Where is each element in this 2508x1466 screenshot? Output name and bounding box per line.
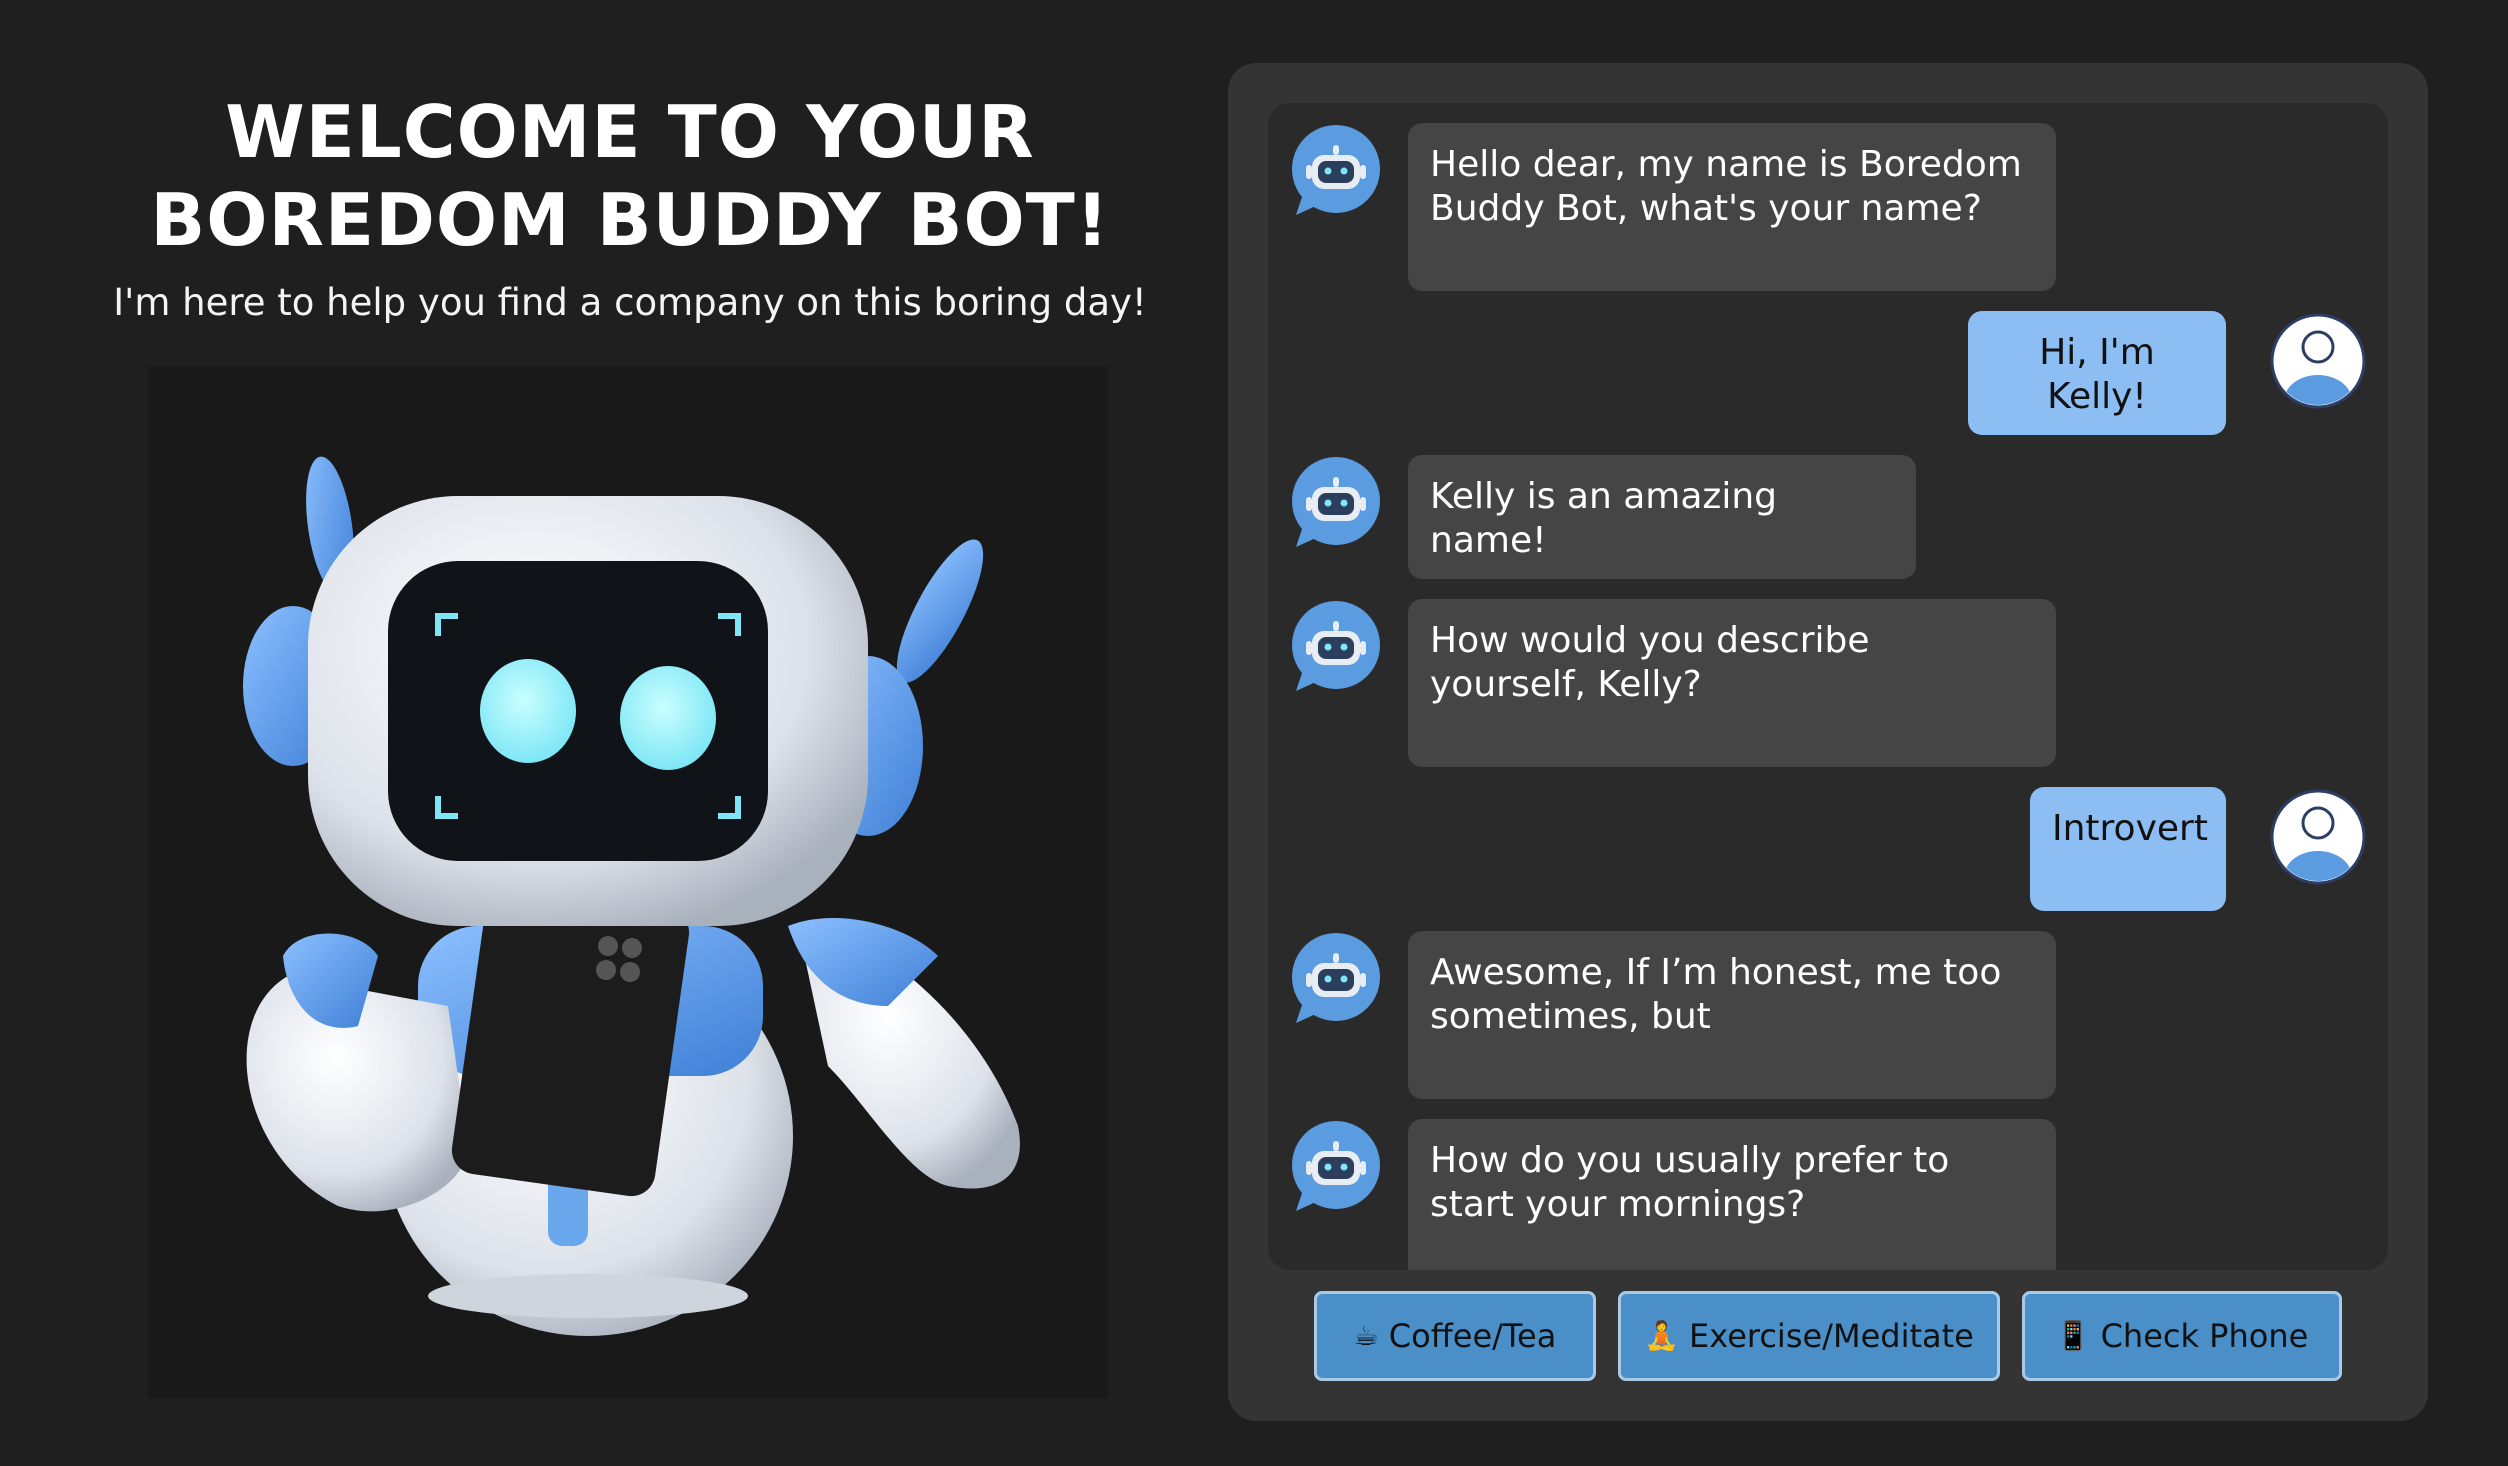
coffee-icon: ☕ <box>1353 1319 1379 1352</box>
user-message-bubble: Hi, I'm Kelly! <box>1968 311 2226 435</box>
chat-panel: Hello dear, my name is Boredom Buddy Bot… <box>1228 63 2428 1421</box>
user-avatar-icon <box>2270 789 2366 885</box>
bot-message-bubble: Hello dear, my name is Boredom Buddy Bot… <box>1408 123 2056 291</box>
quick-reply-bar: ☕ Coffee/Tea 🧘 Exercise/Meditate 📱 Check… <box>1228 1291 2428 1383</box>
bot-message-bubble: How do you usually prefer to start your … <box>1408 1119 2056 1270</box>
chat-message-list[interactable]: Hello dear, my name is Boredom Buddy Bot… <box>1268 103 2388 1270</box>
bot-message-bubble: Kelly is an amazing name! <box>1408 455 1916 579</box>
title-line-1: WELCOME TO YOUR <box>225 90 1035 174</box>
exercise-meditate-label: Exercise/Meditate <box>1689 1317 1974 1355</box>
phone-icon: 📱 <box>2055 1319 2091 1352</box>
page: WELCOME TO YOUR BOREDOM BUDDY BOT! I'm h… <box>0 0 2508 1466</box>
user-avatar-icon <box>2270 313 2366 409</box>
exercise-meditate-button[interactable]: 🧘 Exercise/Meditate <box>1618 1291 2000 1381</box>
bot-avatar-icon <box>1288 1119 1384 1215</box>
user-message-bubble: Introvert <box>2030 787 2226 911</box>
bot-avatar-icon <box>1288 599 1384 695</box>
robot-illustration <box>148 366 1108 1398</box>
title-line-2: BOREDOM BUDDY BOT! <box>150 178 1110 262</box>
bot-avatar-icon <box>1288 455 1384 551</box>
meditate-icon: 🧘 <box>1644 1319 1680 1352</box>
page-subtitle: I'm here to help you find a company on t… <box>113 281 1147 324</box>
bot-avatar-icon <box>1288 123 1384 219</box>
bot-avatar-icon <box>1288 931 1384 1027</box>
coffee-tea-button[interactable]: ☕ Coffee/Tea <box>1314 1291 1596 1381</box>
bot-message-bubble: How would you describe yourself, Kelly? <box>1408 599 2056 767</box>
bot-message-bubble: Awesome, If I’m honest, me too sometimes… <box>1408 931 2056 1099</box>
coffee-tea-label: Coffee/Tea <box>1388 1317 1557 1355</box>
robot-icon <box>243 456 1020 1336</box>
page-title: WELCOME TO YOUR BOREDOM BUDDY BOT! <box>60 88 1200 264</box>
check-phone-label: Check Phone <box>2100 1317 2309 1355</box>
check-phone-button[interactable]: 📱 Check Phone <box>2022 1291 2342 1381</box>
